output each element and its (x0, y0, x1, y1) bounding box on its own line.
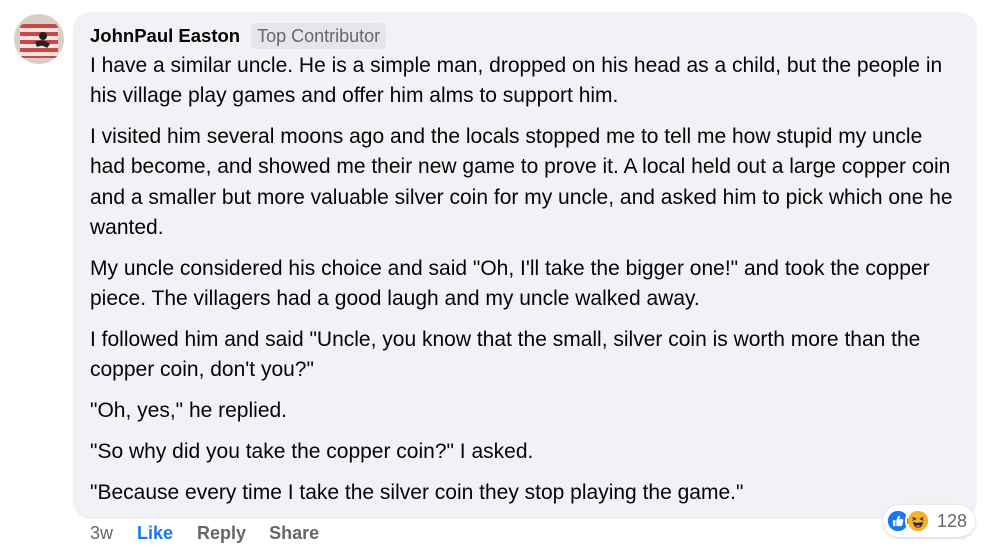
comment-text: I have a similar uncle. He is a simple m… (90, 51, 959, 508)
reactions-summary[interactable]: 128 (882, 505, 975, 537)
like-button[interactable]: Like (137, 523, 173, 544)
comment-actions: 3w Like Reply Share (90, 521, 342, 545)
comment-paragraph: "So why did you take the copper coin?" I… (90, 439, 534, 463)
comment-header: JohnPaul Easton Top Contributor (90, 21, 959, 51)
avatar[interactable] (14, 14, 64, 64)
comment-paragraph: I visited him several moons ago and the … (90, 125, 953, 239)
top-contributor-badge: Top Contributor (251, 23, 387, 49)
comment-paragraph: My uncle considered his choice and said … (90, 256, 930, 311)
haha-icon (904, 508, 931, 534)
comment-paragraph: I followed him and said "Uncle, you know… (90, 327, 921, 382)
comment-paragraph: I have a similar uncle. He is a simple m… (90, 54, 943, 108)
avatar-image (14, 14, 64, 64)
comment-paragraph: "Oh, yes," he replied. (90, 398, 288, 422)
reaction-count: 128 (936, 510, 967, 531)
author-name[interactable]: JohnPaul Easton (90, 25, 240, 47)
comment-bubble: JohnPaul Easton Top Contributor I have a… (73, 12, 977, 519)
reply-button[interactable]: Reply (197, 523, 246, 544)
share-button[interactable]: Share (269, 523, 319, 544)
timestamp[interactable]: 3w (90, 523, 113, 544)
comment-paragraph: "Because every time I take the silver co… (90, 480, 744, 504)
